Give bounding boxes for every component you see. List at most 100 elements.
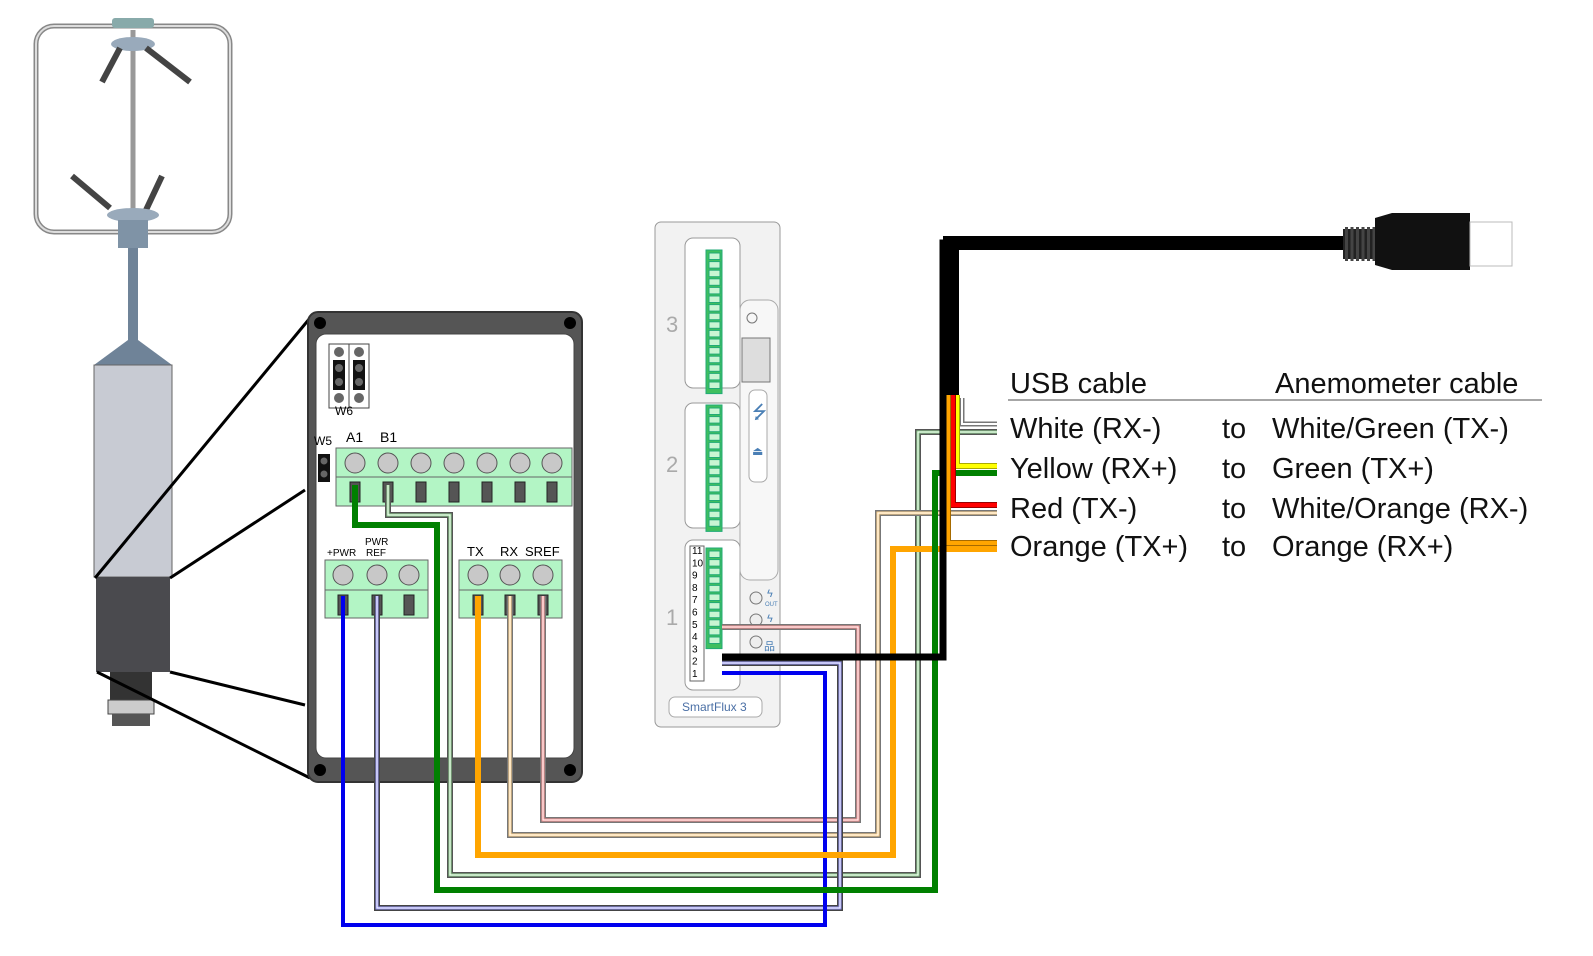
wiring-legend: USB cable Anemometer cable White (RX-) to… — [1008, 368, 1542, 563]
rs485-terminal-2-screw — [410, 452, 432, 474]
serial-terminal-0-screw — [467, 564, 489, 586]
smartflux-pin — [708, 304, 721, 312]
w6-label: W6 — [335, 404, 353, 418]
smartflux-pin — [708, 484, 721, 493]
smartflux-pin — [708, 467, 721, 476]
section-label-1: 1 — [666, 605, 678, 630]
pin-number: 6 — [692, 608, 698, 619]
smartflux-pin — [708, 476, 721, 484]
smartflux-pin — [708, 381, 721, 389]
to-label: to — [1222, 493, 1246, 525]
smartflux-pin — [708, 269, 721, 278]
pin-number: 10 — [692, 558, 704, 569]
smartflux-pin — [708, 441, 721, 450]
smartflux-pin — [708, 519, 721, 527]
anemometer-wire-color: White/Orange (RX-) — [1272, 493, 1528, 525]
pin-number: 5 — [692, 620, 698, 631]
pin-number: 8 — [692, 583, 698, 594]
serial-terminal-2-screw — [532, 564, 554, 586]
pin-number: 9 — [692, 571, 698, 582]
smartflux-pin — [708, 619, 721, 627]
to-label: to — [1222, 453, 1246, 485]
smartflux-pin — [708, 636, 721, 644]
pin-number: 11 — [692, 546, 703, 557]
smartflux-pin — [708, 416, 721, 424]
smartflux-pin — [708, 407, 721, 415]
section-label-2: 2 — [666, 452, 678, 477]
smartflux-pin — [708, 278, 721, 286]
smartflux-pin — [708, 252, 721, 260]
smartflux-pin — [708, 502, 721, 510]
smartflux-pin — [708, 559, 721, 567]
wire-usb-white — [959, 398, 997, 427]
rs485-terminal-6-screw — [541, 452, 563, 474]
to-label: to — [1222, 531, 1246, 563]
power-in-icon: ϟ — [767, 613, 773, 625]
pin-number: 2 — [692, 657, 698, 668]
pin-number: 4 — [692, 632, 698, 643]
usb-plug — [1343, 213, 1513, 270]
pin-number: 7 — [692, 595, 698, 606]
smartflux-pin — [708, 433, 721, 441]
smartflux-pin — [708, 593, 721, 601]
section-label-3: 3 — [666, 312, 678, 337]
smartflux-pin — [708, 338, 721, 346]
rs485-terminal-2-slot — [415, 481, 427, 503]
power-terminal-1-screw — [366, 564, 388, 586]
usb-wire-color: White (RX-) — [1010, 413, 1161, 445]
smartflux-pin — [708, 355, 721, 364]
power-out-icon: ϟ — [767, 588, 773, 600]
pwr-ref-label-2: REF — [366, 548, 386, 559]
rs485-terminal-4-slot — [481, 481, 493, 503]
usb-wire-color: Yellow (RX+) — [1010, 453, 1177, 485]
smartflux-pin — [708, 312, 721, 321]
sref-label: SREF — [525, 544, 560, 559]
usb-wire-color: Red (TX-) — [1010, 493, 1137, 525]
rx-label: RX — [500, 544, 518, 559]
smartflux-pin — [708, 510, 721, 519]
smartflux-pin — [708, 459, 721, 467]
rs485-terminal-3-slot — [448, 481, 460, 503]
w5-label: W5 — [314, 434, 332, 448]
smartflux-pin — [708, 450, 721, 458]
smartflux-pin — [708, 295, 721, 303]
smartflux-pin — [708, 550, 721, 558]
rs485-terminal-5-screw — [509, 452, 531, 474]
smartflux-pin — [708, 602, 721, 610]
usb-wire-color: Orange (TX+) — [1010, 531, 1188, 563]
smartflux-pin — [708, 347, 721, 355]
usb-cable-header: USB cable — [1010, 368, 1147, 400]
smartflux-pin — [708, 321, 721, 329]
b1-label: B1 — [380, 429, 397, 445]
wire-usb-black — [722, 239, 1345, 661]
anemometer-wire-color: Green (TX+) — [1272, 453, 1434, 485]
anemometer-wire-color: White/Green (TX-) — [1272, 413, 1509, 445]
ethernet-icon: 品 — [764, 640, 775, 653]
smartflux-pin — [708, 364, 721, 372]
rs485-terminal-5-slot — [514, 481, 526, 503]
smartflux-pin — [708, 627, 721, 636]
smartflux-pin — [708, 261, 721, 269]
anemometer-cable-header: Anemometer cable — [1275, 368, 1518, 400]
power-terminal-2-slot — [403, 594, 415, 616]
smartflux-pin — [708, 424, 721, 433]
smartflux-device: ⭍ ⏏ ϟ OUT ϟ 品 3 2 1 1110987654321 SmartF… — [654, 221, 781, 728]
rs485-terminal-1-screw — [377, 452, 399, 474]
power-terminal-0-screw — [332, 564, 354, 586]
anemometer-wire-color: Orange (RX+) — [1272, 531, 1453, 563]
wiring-diagram: W6 W5 A1 B1 +PWR PWR REF TX RX SREF ⭍ ⏏ … — [33, 18, 1542, 927]
eject-icon: ⏏ — [752, 444, 763, 458]
power-terminal-2-screw — [398, 564, 420, 586]
smartflux-pin — [708, 372, 721, 381]
rs485-terminal-6-slot — [546, 481, 558, 503]
anemometer — [33, 18, 312, 780]
smartflux-pin — [708, 329, 721, 338]
serial-terminal-1-screw — [499, 564, 521, 586]
rs485-terminal-0-screw — [344, 452, 366, 474]
smartflux-pin — [708, 584, 721, 593]
usb-icon: ⭍ — [752, 402, 767, 422]
smartflux-pin — [708, 286, 721, 295]
rs485-terminal-4-screw — [476, 452, 498, 474]
to-label: to — [1222, 413, 1246, 445]
out-label: OUT — [765, 602, 778, 608]
